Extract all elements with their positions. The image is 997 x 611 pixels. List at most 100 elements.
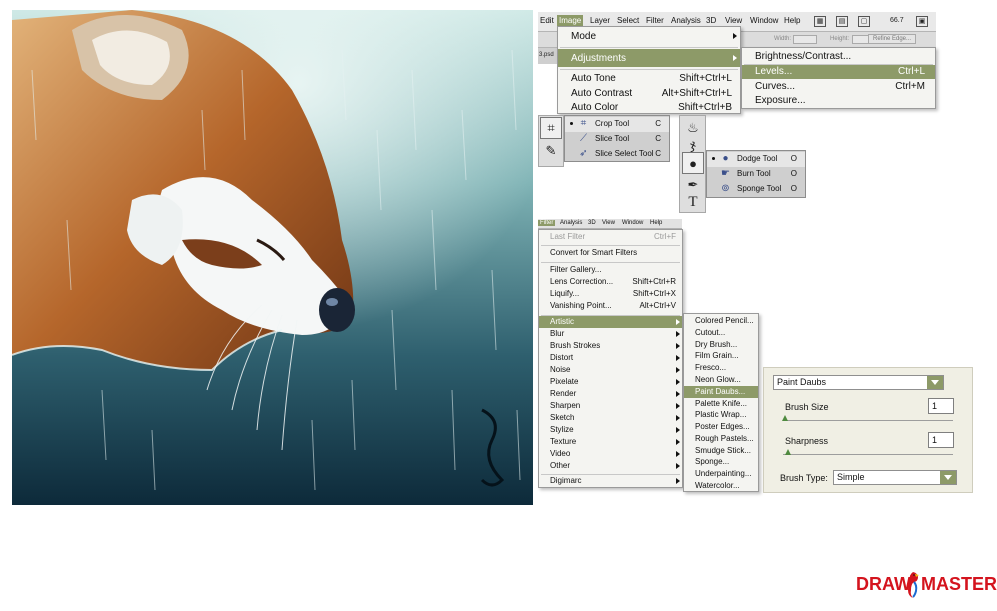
menu-item-rough-pastels[interactable]: Rough Pastels...	[684, 433, 758, 445]
arrange-documents-icon[interactable]: ▣	[916, 16, 928, 27]
menu-item-artistic[interactable]: Artistic	[539, 316, 682, 328]
menu-layer[interactable]: Layer	[589, 15, 611, 26]
menu-filter[interactable]: Filter	[645, 15, 665, 26]
menu-item-convert-smart-filters[interactable]: Convert for Smart Filters	[539, 247, 682, 259]
menu-view[interactable]: View	[724, 15, 743, 26]
menu-item-shortcut: Shift+Ctrl+R	[632, 277, 676, 286]
sharpness-input[interactable]: 1	[928, 432, 954, 448]
menu-item-last-filter[interactable]: Last Filter Ctrl+F	[539, 231, 682, 243]
flyout-item-label: Slice Tool	[595, 134, 630, 143]
menu-3d[interactable]: 3D	[588, 220, 596, 226]
bridge-icon[interactable]: ▦	[814, 16, 826, 27]
menu-item-blur[interactable]: Blur	[539, 328, 682, 340]
menu-item-render[interactable]: Render	[539, 388, 682, 400]
menu-item-label: Other	[550, 461, 571, 470]
chevron-down-icon[interactable]	[927, 376, 943, 389]
menu-item-lens-correction[interactable]: Lens Correction... Shift+Ctrl+R	[539, 276, 682, 288]
menu-item-distort[interactable]: Distort	[539, 352, 682, 364]
submenu-arrow-icon	[676, 331, 680, 337]
type-tool-button[interactable]: T	[682, 191, 704, 213]
menu-item-sketch[interactable]: Sketch	[539, 412, 682, 424]
menu-item-vanishing-point[interactable]: Vanishing Point... Alt+Ctrl+V	[539, 300, 682, 312]
menu-item-other[interactable]: Other	[539, 460, 682, 472]
menu-item-adjustments[interactable]: Adjustments	[558, 49, 740, 67]
menu-item-label: Cutout...	[695, 328, 726, 337]
flyout-item-label: Sponge Tool	[737, 184, 782, 193]
menu-item-brush-strokes[interactable]: Brush Strokes	[539, 340, 682, 352]
menu-item-stylize[interactable]: Stylize	[539, 424, 682, 436]
brush-size-input[interactable]: 1	[928, 398, 954, 414]
menu-item-levels[interactable]: Levels... Ctrl+L	[742, 65, 935, 79]
menu-edit[interactable]: Edit	[539, 15, 555, 26]
mini-bridge-icon[interactable]: ▤	[836, 16, 848, 27]
menu-item-neon-glow[interactable]: Neon Glow...	[684, 374, 758, 386]
menu-item-brightness-contrast[interactable]: Brightness/Contrast...	[742, 49, 935, 64]
menu-item-plastic-wrap[interactable]: Plastic Wrap...	[684, 409, 758, 421]
menu-item-smudge-stick[interactable]: Smudge Stick...	[684, 445, 758, 457]
menu-item-auto-tone[interactable]: Auto Tone Shift+Ctrl+L	[558, 71, 740, 86]
menu-item-liquify[interactable]: Liquify... Shift+Ctrl+X	[539, 288, 682, 300]
screenshot-collage: Edit Image Layer Select Filter Analysis …	[0, 0, 997, 611]
menu-analysis[interactable]: Analysis	[670, 15, 702, 26]
eyedropper-tool-button[interactable]: ✎	[540, 140, 562, 162]
menu-window[interactable]: Window	[622, 220, 643, 226]
menu-item-noise[interactable]: Noise	[539, 364, 682, 376]
menu-filter[interactable]: Filter	[538, 220, 556, 226]
zoom-level[interactable]: 66.7	[890, 17, 904, 24]
menu-item-sponge[interactable]: Sponge...	[684, 456, 758, 468]
filter-menu-dropdown: Last Filter Ctrl+F Convert for Smart Fil…	[538, 229, 683, 488]
brush-size-slider-thumb[interactable]	[782, 415, 788, 421]
menu-help[interactable]: Help	[783, 15, 801, 26]
menu-item-watercolor[interactable]: Watercolor...	[684, 480, 758, 492]
brush-type-select[interactable]: Simple	[833, 470, 957, 485]
refine-edge-button[interactable]: Refine Edge...	[868, 34, 917, 44]
menu-item-texture[interactable]: Texture	[539, 436, 682, 448]
menu-item-exposure[interactable]: Exposure...	[742, 94, 935, 108]
menu-item-mode[interactable]: Mode	[558, 27, 740, 45]
crop-tool-button[interactable]: ⌗	[540, 117, 562, 139]
menu-item-video[interactable]: Video	[539, 448, 682, 460]
menu-item-film-grain[interactable]: Film Grain...	[684, 350, 758, 362]
menu-item-paint-daubs[interactable]: Paint Daubs...	[684, 386, 758, 398]
artistic-submenu: Colored Pencil... Cutout... Dry Brush...…	[683, 313, 759, 492]
menu-analysis[interactable]: Analysis	[560, 220, 582, 226]
menu-image[interactable]: Image	[557, 15, 584, 26]
flyout-item-sponge-tool[interactable]: ⊚ Sponge Tool O	[707, 182, 805, 197]
menu-item-auto-color[interactable]: Auto Color Shift+Ctrl+B	[558, 100, 740, 115]
menu-item-palette-knife[interactable]: Palette Knife...	[684, 398, 758, 410]
menu-view[interactable]: View	[602, 220, 615, 226]
flyout-item-slice-tool[interactable]: ⟋ Slice Tool C	[565, 132, 669, 147]
menu-item-sharpen[interactable]: Sharpen	[539, 400, 682, 412]
menu-3d[interactable]: 3D	[705, 15, 717, 26]
flyout-item-burn-tool[interactable]: ☛ Burn Tool O	[707, 167, 805, 182]
menu-help[interactable]: Help	[650, 220, 662, 226]
width-field[interactable]	[793, 35, 817, 44]
menu-item-poster-edges[interactable]: Poster Edges...	[684, 421, 758, 433]
brush-size-slider[interactable]	[783, 420, 953, 421]
chevron-down-icon[interactable]	[940, 471, 956, 484]
flyout-item-crop-tool[interactable]: ⌗ Crop Tool C	[565, 117, 669, 132]
menu-item-pixelate[interactable]: Pixelate	[539, 376, 682, 388]
menu-item-fresco[interactable]: Fresco...	[684, 362, 758, 374]
filter-select[interactable]: Paint Daubs	[773, 375, 944, 390]
flyout-item-slice-select-tool[interactable]: ➶ Slice Select Tool C	[565, 147, 669, 162]
menu-item-curves[interactable]: Curves... Ctrl+M	[742, 80, 935, 94]
menu-item-shortcut: Shift+Ctrl+L	[679, 73, 732, 84]
menu-window[interactable]: Window	[749, 15, 779, 26]
menu-item-digimarc[interactable]: Digimarc	[539, 475, 682, 487]
menu-item-underpainting[interactable]: Underpainting...	[684, 468, 758, 480]
menu-select[interactable]: Select	[616, 15, 640, 26]
menu-item-colored-pencil[interactable]: Colored Pencil...	[684, 315, 758, 327]
menu-item-auto-contrast[interactable]: Auto Contrast Alt+Shift+Ctrl+L	[558, 86, 740, 101]
menu-item-filter-gallery[interactable]: Filter Gallery...	[539, 264, 682, 276]
dodge-tool-button[interactable]: ●	[682, 152, 704, 174]
sharpness-slider-thumb[interactable]	[785, 449, 791, 455]
view-extras-icon[interactable]: ▢	[858, 16, 870, 27]
menu-item-cutout[interactable]: Cutout...	[684, 327, 758, 339]
flyout-item-dodge-tool[interactable]: ● Dodge Tool O	[707, 152, 805, 167]
doc-tab[interactable]: 3.psd	[538, 48, 558, 64]
menu-item-label: Plastic Wrap...	[695, 410, 747, 419]
menu-item-shortcut: Shift+Ctrl+X	[632, 289, 676, 298]
sharpness-slider[interactable]	[783, 454, 953, 455]
menu-item-dry-brush[interactable]: Dry Brush...	[684, 339, 758, 351]
